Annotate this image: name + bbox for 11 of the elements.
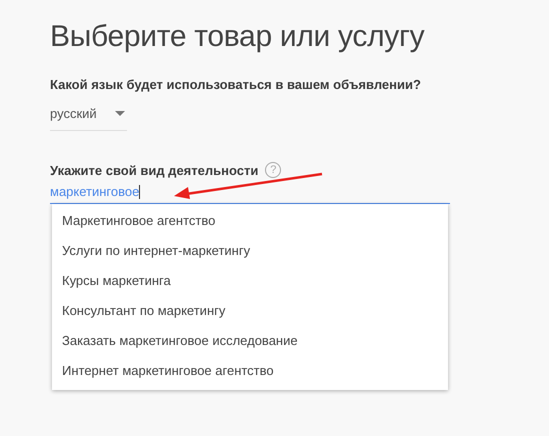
suggestion-item[interactable]: Интернет маркетинговое агентство bbox=[52, 356, 448, 386]
suggestion-item[interactable]: Курсы маркетинга bbox=[52, 266, 448, 296]
page-title: Выберите товар или услугу bbox=[50, 20, 426, 54]
language-select[interactable]: русский bbox=[50, 106, 127, 131]
field-label: Укажите свой вид деятельности bbox=[50, 162, 258, 178]
caret-icon bbox=[114, 111, 125, 116]
question-label: Какой язык будет использоваться в вашем объявлении? bbox=[50, 77, 422, 92]
suggestion-item[interactable]: Маркетинговое агентство bbox=[52, 206, 448, 236]
suggestion-item[interactable]: Заказать маркетинговое исследование bbox=[52, 326, 448, 356]
suggestion-item[interactable]: Консультант по маркетингу bbox=[52, 296, 448, 326]
suggestion-item[interactable]: Услуги по интернет-маркетингу bbox=[52, 236, 448, 266]
